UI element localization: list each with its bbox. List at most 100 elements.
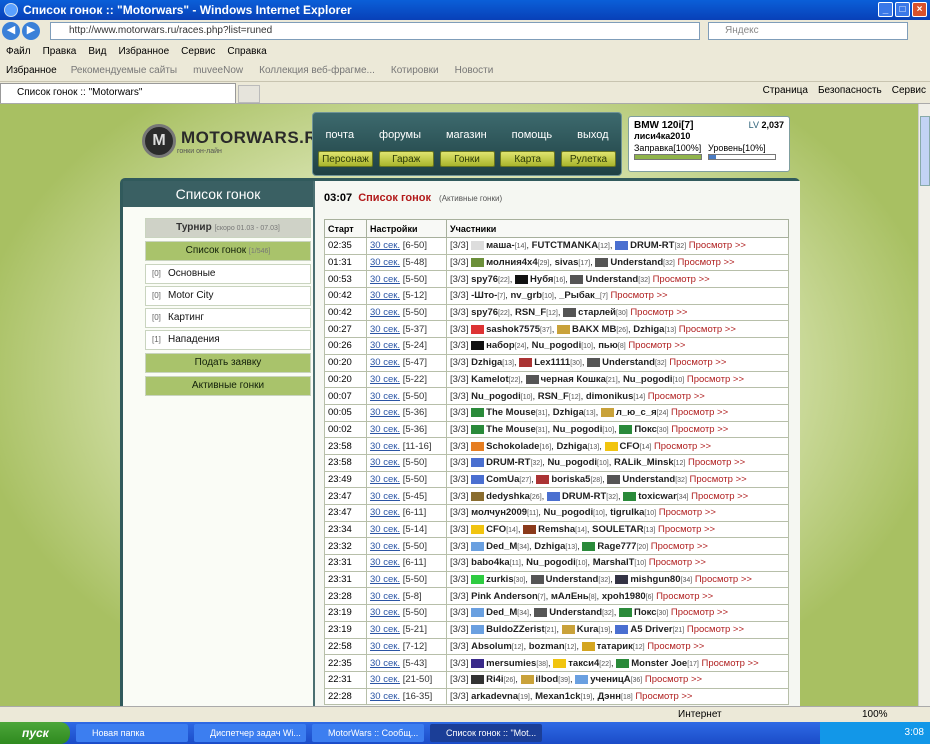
player-name[interactable]: Nu_pogodi — [532, 340, 582, 351]
view-race-link[interactable]: Просмотр >> — [702, 658, 759, 669]
player-name[interactable]: toxicwar — [638, 491, 677, 502]
race-duration-link[interactable]: 30 сек. — [370, 541, 400, 552]
view-race-link[interactable]: Просмотр >> — [647, 641, 704, 652]
race-duration-link[interactable]: 30 сек. — [370, 424, 400, 435]
player-name[interactable]: spy76 — [471, 307, 498, 318]
player-name[interactable]: черная Кошка — [541, 374, 606, 385]
player-name[interactable]: BAKX MB — [572, 324, 616, 335]
player-name[interactable]: spy76 — [471, 274, 498, 285]
race-duration-link[interactable]: 30 сек. — [370, 607, 400, 618]
active-races-button[interactable]: Активные гонки — [145, 376, 311, 396]
player-name[interactable]: пью — [598, 340, 618, 351]
forward-button[interactable]: ▶ — [22, 22, 40, 40]
nav-button[interactable]: Гараж — [378, 151, 434, 167]
player-name[interactable]: FUTCTMANKA — [532, 240, 599, 251]
player-name[interactable]: _Рыбак_ — [559, 290, 600, 301]
player-name[interactable]: BuldoZZerist — [486, 624, 545, 635]
vertical-scrollbar[interactable] — [918, 104, 930, 706]
player-name[interactable]: SOULETAR — [592, 524, 644, 535]
player-name[interactable]: DRUM-RT — [630, 240, 674, 251]
player-name[interactable]: The Mouse — [486, 424, 536, 435]
nav-button[interactable]: Гонки — [439, 151, 495, 167]
race-duration-link[interactable]: 30 сек. — [370, 641, 400, 652]
player-name[interactable]: Nu_pogodi — [547, 457, 597, 468]
player-name[interactable]: старлей — [578, 307, 616, 318]
race-duration-link[interactable]: 30 сек. — [370, 557, 400, 568]
view-race-link[interactable]: Просмотр >> — [630, 307, 687, 318]
nav-button[interactable]: Рулетка — [561, 151, 616, 167]
favorite-link[interactable]: Новости — [455, 65, 494, 76]
race-duration-link[interactable]: 30 сек. — [370, 274, 400, 285]
view-race-link[interactable]: Просмотр >> — [689, 240, 746, 251]
player-name[interactable]: Ri4i — [486, 674, 503, 685]
player-name[interactable]: The Mouse — [486, 407, 536, 418]
player-name[interactable]: Understand — [585, 274, 638, 285]
favorite-link[interactable]: Коллекция веб-фрагме... — [259, 65, 375, 76]
menu-item[interactable]: Избранное — [118, 46, 169, 57]
player-name[interactable]: такси4 — [568, 658, 599, 669]
race-duration-link[interactable]: 30 сек. — [370, 307, 400, 318]
nav-link[interactable]: форумы — [379, 129, 421, 141]
player-name[interactable]: DRUM-RT — [486, 457, 530, 468]
race-duration-link[interactable]: 30 сек. — [370, 591, 400, 602]
toolbar-menu[interactable]: Сервис — [892, 85, 926, 96]
menu-item[interactable]: Файл — [6, 46, 31, 57]
player-name[interactable]: Dzhiga — [553, 407, 584, 418]
player-name[interactable]: zurkis — [486, 574, 513, 585]
nav-button[interactable]: Карта — [500, 151, 556, 167]
player-name[interactable]: tigrulka — [610, 507, 644, 518]
toolbar-menu[interactable]: Безопасность — [818, 85, 882, 96]
player-name[interactable]: молчун2009 — [471, 507, 527, 518]
player-name[interactable]: dedyshka — [486, 491, 530, 502]
start-button[interactable]: пуск — [0, 722, 70, 744]
player-name[interactable]: Nu_pogodi — [623, 374, 673, 385]
favorites-button[interactable]: Избранное — [6, 65, 57, 76]
view-race-link[interactable]: Просмотр >> — [671, 407, 728, 418]
player-name[interactable]: A5 Driver — [630, 624, 672, 635]
view-race-link[interactable]: Просмотр >> — [688, 457, 745, 468]
sidebar-item[interactable]: [0] Картинг — [145, 308, 311, 328]
favorite-link[interactable]: muveeNow — [193, 65, 243, 76]
race-duration-link[interactable]: 30 сек. — [370, 674, 400, 685]
player-name[interactable]: boriska5 — [551, 474, 590, 485]
back-button[interactable]: ◀ — [2, 22, 20, 40]
player-name[interactable]: Understand — [622, 474, 675, 485]
view-race-link[interactable]: Просмотр >> — [677, 257, 734, 268]
browser-tab[interactable]: Список гонок :: "Motorwars" — [0, 83, 236, 103]
race-duration-link[interactable]: 30 сек. — [370, 474, 400, 485]
nav-link[interactable]: магазин — [446, 129, 487, 141]
minimize-button[interactable]: _ — [878, 2, 893, 17]
race-duration-link[interactable]: 30 сек. — [370, 290, 400, 301]
player-name[interactable]: MarshalT — [593, 557, 635, 568]
player-name[interactable]: Understand — [610, 257, 663, 268]
view-race-link[interactable]: Просмотр >> — [669, 357, 726, 368]
player-name[interactable]: mishgun80 — [630, 574, 680, 585]
player-name[interactable]: xpoh1980 — [602, 591, 646, 602]
player-name[interactable]: Дэнн — [598, 691, 622, 702]
nav-button[interactable]: Персонаж — [318, 151, 373, 167]
player-name[interactable]: Rage777 — [597, 541, 636, 552]
menu-item[interactable]: Сервис — [181, 46, 215, 57]
player-name[interactable]: Understand — [602, 357, 655, 368]
favorite-link[interactable]: Котировки — [391, 65, 439, 76]
race-duration-link[interactable]: 30 сек. — [370, 658, 400, 669]
player-name[interactable]: л_ю_с_я — [616, 407, 657, 418]
player-name[interactable]: Покс — [634, 424, 657, 435]
menu-item[interactable]: Вид — [88, 46, 106, 57]
player-name[interactable]: молния4x4 — [486, 257, 537, 268]
taskbar-button[interactable]: Новая папка — [76, 724, 188, 742]
race-duration-link[interactable]: 30 сек. — [370, 240, 400, 251]
close-button[interactable]: × — [912, 2, 927, 17]
view-race-link[interactable]: Просмотр >> — [649, 557, 706, 568]
nav-link[interactable]: помощь — [512, 129, 553, 141]
view-race-link[interactable]: Просмотр >> — [695, 574, 752, 585]
player-name[interactable]: Nu_pogodi — [526, 557, 576, 568]
view-race-link[interactable]: Просмотр >> — [610, 290, 667, 301]
taskbar-button[interactable]: Список гонок :: "Mot... — [430, 724, 542, 742]
view-race-link[interactable]: Просмотр >> — [635, 691, 692, 702]
taskbar-button[interactable]: MotorWars :: Сообщ... — [312, 724, 424, 742]
player-name[interactable]: Nu_pogodi — [553, 424, 603, 435]
race-duration-link[interactable]: 30 сек. — [370, 374, 400, 385]
search-input[interactable]: Яндекс — [708, 22, 908, 40]
race-duration-link[interactable]: 30 сек. — [370, 624, 400, 635]
